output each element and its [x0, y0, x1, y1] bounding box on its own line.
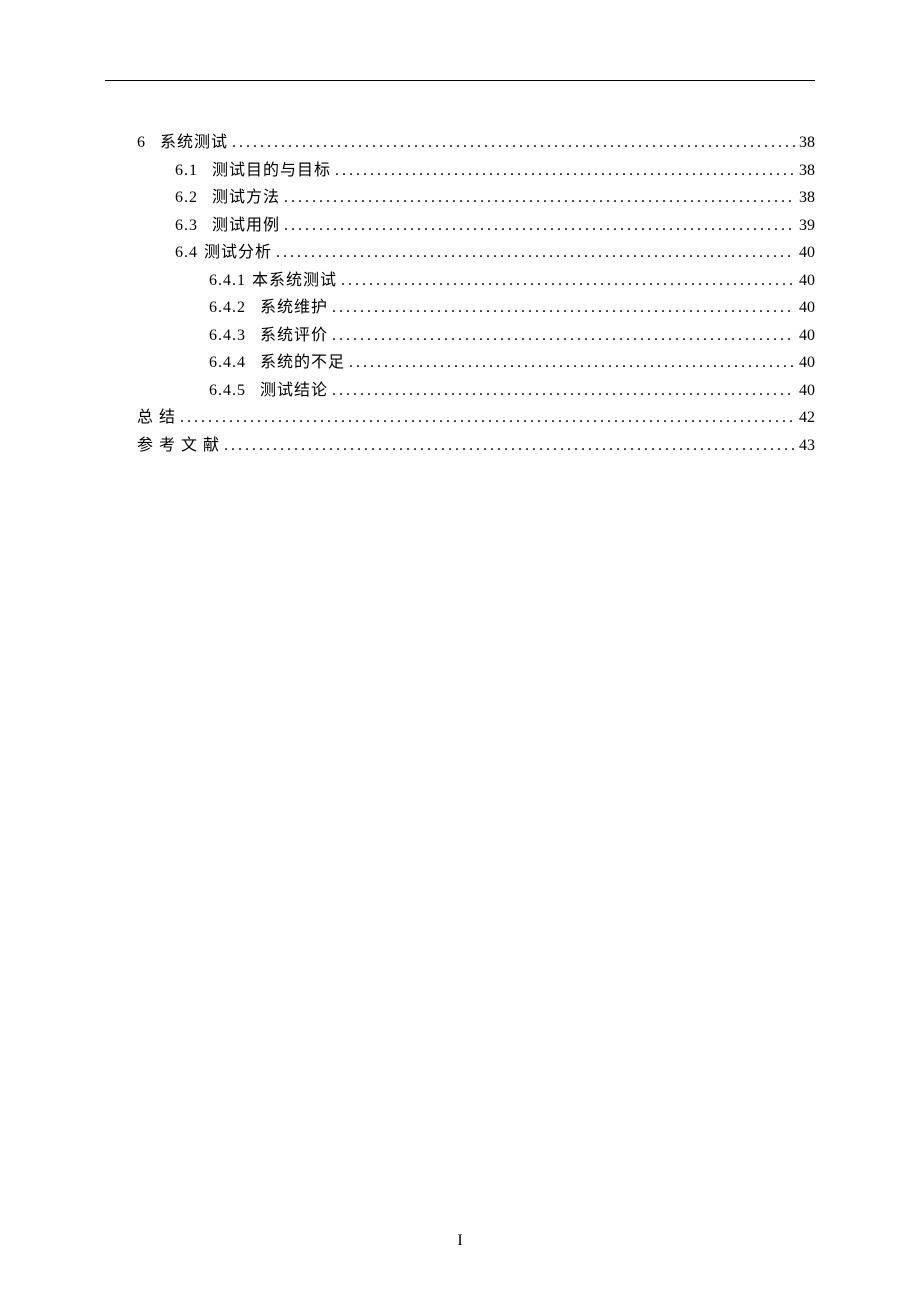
toc-label: 系统评价	[260, 322, 328, 350]
toc-page: 40	[795, 377, 815, 405]
toc-leader	[220, 432, 795, 460]
toc-entry: 6.4.4 系统的不足 40	[105, 349, 815, 377]
toc-label: 测试分析	[204, 239, 272, 267]
toc-leader	[272, 239, 795, 267]
toc-page: 38	[795, 157, 815, 185]
toc-leader	[328, 377, 795, 405]
toc-number: 6.4.1	[209, 267, 246, 295]
toc-entry: 6.4.1本系统测试 40	[105, 267, 815, 295]
toc-label: 测试结论	[260, 377, 328, 405]
toc-page: 40	[795, 322, 815, 350]
toc-number: 6.3	[175, 212, 198, 240]
toc-entry: 总 结 42	[105, 404, 815, 432]
toc-label: 测试用例	[212, 212, 280, 240]
toc-entry: 6.3 测试用例 39	[105, 212, 815, 240]
toc-number: 6.4.3	[209, 322, 246, 350]
document-page: 6系统测试386.1测试目的与目标386.2测试方法386.3测试用例396.4…	[0, 0, 920, 459]
toc-label: 本系统测试	[252, 267, 337, 295]
toc-entry: 6 系统测试 38	[105, 129, 815, 157]
toc-page: 38	[795, 184, 815, 212]
toc-label: 总 结	[137, 404, 176, 432]
toc-page: 38	[795, 129, 815, 157]
toc-leader	[228, 129, 795, 157]
toc-page: 40	[795, 239, 815, 267]
toc-label: 测试目的与目标	[212, 157, 331, 185]
toc-entry: 6.2 测试方法 38	[105, 184, 815, 212]
table-of-contents: 6系统测试386.1测试目的与目标386.2测试方法386.3测试用例396.4…	[105, 129, 815, 459]
toc-label: 系统的不足	[260, 349, 345, 377]
toc-entry: 6.4.2 系统维护 40	[105, 294, 815, 322]
header-rule	[105, 80, 815, 81]
toc-leader	[176, 404, 795, 432]
toc-entry: 参 考 文 献 43	[105, 432, 815, 460]
toc-entry: 6.1 测试目的与目标 38	[105, 157, 815, 185]
page-footer: I	[0, 1232, 920, 1250]
toc-number: 6.4.4	[209, 349, 246, 377]
toc-page: 42	[795, 404, 815, 432]
page-number: I	[457, 1232, 462, 1249]
toc-label: 系统测试	[160, 129, 228, 157]
toc-number: 6.4	[175, 239, 198, 267]
toc-entry: 6.4.5 测试结论 40	[105, 377, 815, 405]
toc-leader	[328, 322, 795, 350]
toc-number: 6.2	[175, 184, 198, 212]
toc-number: 6.1	[175, 157, 198, 185]
toc-entry: 6.4 测试分析 40	[105, 239, 815, 267]
toc-number: 6.4.5	[209, 377, 246, 405]
toc-leader	[280, 212, 795, 240]
toc-label: 测试方法	[212, 184, 280, 212]
toc-page: 40	[795, 294, 815, 322]
toc-label: 系统维护	[260, 294, 328, 322]
toc-leader	[328, 294, 795, 322]
toc-label: 参 考 文 献	[137, 432, 220, 460]
toc-number: 6.4.2	[209, 294, 246, 322]
toc-page: 39	[795, 212, 815, 240]
toc-page: 43	[795, 432, 815, 460]
toc-leader	[345, 349, 795, 377]
toc-leader	[331, 157, 795, 185]
toc-page: 40	[795, 349, 815, 377]
toc-leader	[280, 184, 795, 212]
toc-number: 6	[137, 129, 146, 157]
toc-entry: 6.4.3 系统评价 40	[105, 322, 815, 350]
toc-leader	[337, 267, 795, 295]
toc-page: 40	[795, 267, 815, 295]
